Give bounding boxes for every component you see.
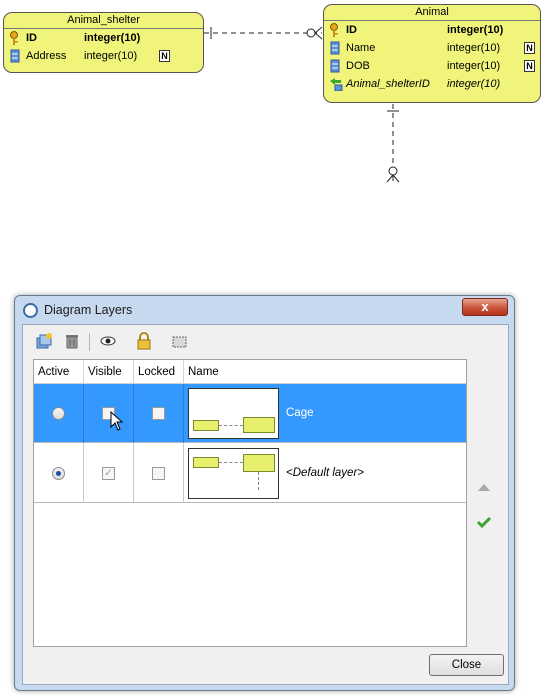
column-header-name[interactable]: Name — [184, 360, 466, 384]
layer-thumbnail — [188, 388, 279, 439]
visible-checkbox[interactable]: ✓ — [102, 467, 115, 480]
column-name: DOB — [346, 60, 370, 72]
nullable-badge: N — [524, 60, 535, 72]
mouse-cursor-icon — [110, 411, 124, 431]
name-cell: <Default layer> — [184, 444, 466, 503]
new-layer-icon[interactable] — [33, 330, 55, 352]
dialog-app-icon — [23, 303, 38, 318]
active-radio[interactable] — [52, 407, 65, 420]
delete-icon[interactable] — [61, 330, 83, 352]
entity-title: Animal — [324, 5, 540, 21]
name-cell: Cage — [184, 384, 466, 443]
visible-cell: ✓ — [84, 444, 134, 503]
column-header-visible[interactable]: Visible — [84, 360, 134, 384]
lock-icon[interactable] — [133, 330, 155, 352]
layer-thumbnail — [188, 448, 279, 499]
entity-column[interactable]: ID integer(10) — [4, 29, 203, 47]
locked-checkbox[interactable] — [152, 407, 165, 420]
column-header-locked[interactable]: Locked — [134, 360, 184, 384]
entity-column[interactable]: ID integer(10) — [324, 21, 540, 39]
column-name: Address — [26, 50, 67, 62]
locked-checkbox[interactable] — [152, 467, 165, 480]
column-type: integer(10) — [447, 24, 504, 36]
visible-cell — [84, 384, 134, 443]
table-row-cage[interactable]: Cage — [34, 384, 466, 443]
primary-key-icon — [329, 23, 341, 37]
layers-table: Active Visible Locked Name Cage ✓ <Defau… — [33, 359, 467, 647]
entity-column[interactable]: DOB integer(10) N — [324, 57, 540, 75]
dialog-titlebar[interactable]: Diagram Layers x — [15, 296, 514, 324]
move-down-check-icon[interactable] — [474, 515, 494, 533]
nullable-badge: N — [159, 50, 170, 62]
move-up-icon[interactable] — [474, 480, 494, 496]
toolbar-separator — [89, 333, 90, 351]
column-type: integer(10) — [447, 60, 501, 72]
column-header-active[interactable]: Active — [34, 360, 84, 384]
dialog-title: Diagram Layers — [44, 303, 133, 317]
column-type: integer(10) — [447, 42, 501, 54]
diagram-layers-dialog: Diagram Layers x Active Visible Locked N… — [14, 295, 515, 691]
column-name: ID — [346, 24, 357, 36]
close-button[interactable]: Close — [429, 654, 504, 676]
entity-title: Animal_shelter — [4, 13, 203, 29]
entity-column[interactable]: Name integer(10) N — [324, 39, 540, 57]
column-icon — [329, 41, 341, 55]
entity-animal[interactable]: Animal ID integer(10) Name integer(10) N… — [323, 4, 541, 103]
column-name: Animal_shelterID — [346, 78, 430, 90]
visibility-eye-icon[interactable] — [97, 330, 119, 352]
active-radio[interactable] — [52, 467, 65, 480]
column-type: integer(10) — [84, 50, 138, 62]
column-type: integer(10) — [447, 78, 501, 90]
window-close-button[interactable]: x — [462, 298, 508, 316]
foreign-key-icon — [329, 77, 343, 92]
layer-name: Cage — [286, 407, 314, 419]
select-area-icon[interactable] — [168, 330, 190, 352]
table-header: Active Visible Locked Name — [34, 360, 466, 384]
column-name: ID — [26, 32, 37, 44]
column-icon — [9, 49, 21, 63]
column-icon — [329, 59, 341, 73]
locked-cell — [134, 444, 184, 503]
column-name: Name — [346, 42, 376, 54]
nullable-badge: N — [524, 42, 535, 54]
dialog-body: Active Visible Locked Name Cage ✓ <Defau… — [22, 324, 509, 685]
layer-name: <Default layer> — [286, 467, 364, 479]
entity-column[interactable]: Address integer(10) N — [4, 47, 203, 65]
active-cell — [34, 444, 84, 503]
active-cell — [34, 384, 84, 443]
table-row-default-layer[interactable]: ✓ <Default layer> — [34, 444, 466, 503]
column-type: integer(10) — [84, 32, 141, 44]
primary-key-icon — [9, 31, 21, 45]
locked-cell — [134, 384, 184, 443]
entity-column[interactable]: Animal_shelterID integer(10) — [324, 75, 540, 93]
entity-animal-shelter[interactable]: Animal_shelter ID integer(10) Address in… — [3, 12, 204, 73]
